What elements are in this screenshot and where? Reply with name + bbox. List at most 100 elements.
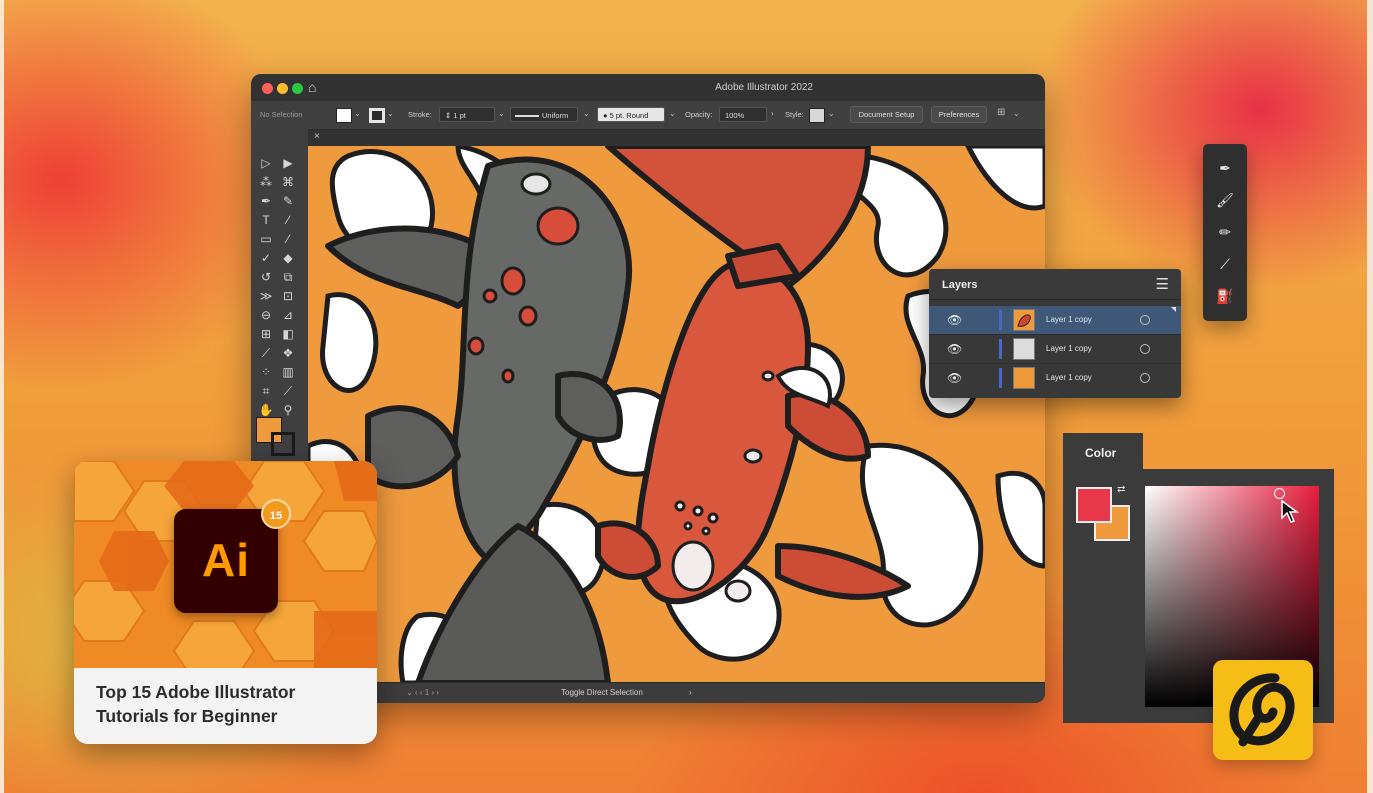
chevron-down-icon[interactable]: ⌄	[354, 109, 361, 118]
layer-name: Layer 1 copy	[1046, 344, 1092, 353]
artboard-canvas[interactable]	[308, 146, 1045, 683]
layer-color-bar	[999, 310, 1002, 330]
artboard-tool-icon[interactable]: ⌗	[257, 383, 275, 399]
color-panel-title: Color	[1085, 446, 1117, 460]
koi-illustration	[308, 146, 1045, 683]
rotate-tool-icon[interactable]: ↺	[257, 269, 275, 285]
visibility-eye-icon[interactable]: 👁	[947, 371, 962, 385]
pencil-icon[interactable]: ✏	[1203, 224, 1247, 241]
card-title-line2: Tutorials for Beginner	[96, 706, 278, 726]
close-tab-icon[interactable]: ×	[314, 131, 320, 142]
curvature-tool-icon[interactable]: ✎	[279, 193, 297, 209]
slice-tool-icon[interactable]: ⟋	[279, 383, 297, 399]
direct-selection-tool-icon[interactable]: ▶	[279, 155, 297, 171]
visibility-eye-icon[interactable]: 👁	[947, 313, 962, 327]
graph-tool-icon[interactable]: ▥	[279, 364, 297, 380]
pen-icon[interactable]: ✒	[1203, 160, 1247, 177]
chevron-down-icon[interactable]: ⌄	[828, 109, 835, 118]
scale-tool-icon[interactable]: ⧉	[279, 269, 297, 285]
chevron-right-icon[interactable]: ›	[771, 109, 774, 118]
card-caption: Top 15 Adobe Illustrator Tutorials for B…	[74, 668, 377, 744]
stroke-label: Stroke:	[408, 110, 432, 119]
variable-width-profile[interactable]: Uniform	[510, 107, 578, 122]
selection-state: No Selection	[260, 110, 303, 119]
layer-row[interactable]: 👁 Layer 1 copy	[929, 306, 1181, 335]
line-tool-icon[interactable]: ∕	[279, 212, 297, 228]
eraser-tool-icon[interactable]: ◆	[279, 250, 297, 266]
brand-swirl-icon	[1229, 673, 1295, 747]
chevron-down-icon[interactable]: ⌄	[669, 109, 676, 118]
blend-tool-icon[interactable]: ❖	[279, 345, 297, 361]
zoom-controls-icon[interactable]: ⌄ ‹ ‹ 1 › ›	[406, 688, 439, 697]
chevron-right-icon[interactable]: ›	[689, 688, 692, 697]
fill-swatch[interactable]	[336, 108, 352, 123]
visibility-eye-icon[interactable]: 👁	[947, 342, 962, 356]
logo-text: Ai	[202, 534, 250, 586]
paintbrush-tool-icon[interactable]: ⁄	[279, 231, 297, 247]
document-setup-button[interactable]: Document Setup	[850, 106, 923, 123]
stroke-weight-value: 1 pt	[453, 111, 466, 120]
target-circle-icon[interactable]	[1140, 373, 1150, 383]
layer-thumbnail	[1013, 338, 1035, 360]
arrange-documents-icon[interactable]: ⊞	[997, 107, 1005, 118]
layer-thumbnail	[1013, 367, 1035, 389]
layers-panel-title: Layers	[942, 279, 978, 291]
chevron-down-icon[interactable]: ⌄	[1013, 109, 1020, 118]
layer-name: Layer 1 copy	[1046, 373, 1092, 382]
style-label: Style:	[785, 110, 804, 119]
course-card[interactable]: Ai 15 Top 15 Adobe Illustrator Tutorials…	[74, 461, 377, 744]
selected-corner-icon	[1171, 307, 1176, 312]
hand-tool-icon[interactable]: ✋	[257, 402, 275, 418]
rectangle-tool-icon[interactable]: ▭	[257, 231, 275, 247]
target-circle-icon[interactable]	[1140, 315, 1150, 325]
illustrator-app-logo: Ai 15	[174, 499, 291, 613]
window-title: Adobe Illustrator 2022	[715, 82, 813, 93]
stroke-weight-field[interactable]: ⇕ 1 pt	[439, 107, 495, 122]
color-panel-tab: Color ⇄	[1063, 433, 1143, 723]
gradient-tool-icon[interactable]: ◧	[279, 326, 297, 342]
color-picker-handle[interactable]	[1274, 488, 1285, 499]
perspective-grid-icon[interactable]: ⊿	[279, 307, 297, 323]
eyedropper-tool-icon[interactable]: ⟋	[257, 345, 275, 361]
opacity-field[interactable]: 100%	[719, 107, 767, 122]
preferences-button[interactable]: Preferences	[931, 106, 987, 123]
control-bar: No Selection ⌄ ⌄ Stroke: ⇕ 1 pt ⌄ Unifor…	[251, 101, 1045, 130]
type-tool-icon[interactable]: T	[257, 212, 275, 228]
layers-panel-header: Layers ☰	[929, 269, 1181, 300]
layer-color-bar	[999, 368, 1002, 388]
lasso-icon[interactable]: ⌘	[279, 174, 297, 190]
magic-wand-icon[interactable]: ⁂	[257, 174, 275, 190]
profile-value: Uniform	[542, 111, 569, 120]
width-tool-icon[interactable]: ≫	[257, 288, 275, 304]
eyedropper-icon[interactable]: ⟋	[1203, 256, 1247, 273]
chevron-down-icon[interactable]: ⌄	[387, 109, 394, 118]
stroke-swatch[interactable]	[369, 108, 385, 123]
symbol-sprayer-icon[interactable]: ⁘	[257, 364, 275, 380]
paint-bucket-icon[interactable]: ⛽	[1203, 288, 1247, 305]
layer-name: Layer 1 copy	[1046, 315, 1092, 324]
layer-row[interactable]: 👁 Layer 1 copy	[929, 364, 1181, 392]
swap-colors-icon[interactable]: ⇄	[1117, 484, 1125, 495]
free-transform-icon[interactable]: ⊡	[279, 288, 297, 304]
panel-menu-icon[interactable]: ☰	[1156, 275, 1169, 293]
chevron-down-icon[interactable]: ⌄	[498, 109, 505, 118]
count-badge: 15	[261, 499, 291, 529]
opacity-label: Opacity:	[685, 110, 713, 119]
shaper-tool-icon[interactable]: ✓	[257, 250, 275, 266]
graphic-style-swatch[interactable]	[809, 108, 825, 123]
pen-tool-icon[interactable]: ✒	[257, 193, 275, 209]
zoom-tool-icon[interactable]: ⚲	[279, 402, 297, 418]
fill-color-box[interactable]	[1076, 487, 1112, 523]
chevron-down-icon[interactable]: ⌄	[583, 109, 590, 118]
mesh-tool-icon[interactable]: ⊞	[257, 326, 275, 342]
target-circle-icon[interactable]	[1140, 344, 1150, 354]
shape-builder-icon[interactable]: ⊖	[257, 307, 275, 323]
selection-tool-icon[interactable]: ▷	[257, 155, 275, 171]
brush-definition[interactable]: ● 5 pt. Round	[597, 107, 665, 122]
stroke-color-swatch[interactable]	[271, 432, 295, 456]
layer-row[interactable]: 👁 Layer 1 copy	[929, 335, 1181, 364]
line-preview-icon	[515, 115, 539, 118]
layer-color-bar	[999, 339, 1002, 359]
brush-icon[interactable]: 🖌	[1203, 192, 1247, 209]
layers-panel: Layers ☰ 👁 Layer 1 copy 👁 Layer 1 copy 👁…	[929, 269, 1181, 398]
